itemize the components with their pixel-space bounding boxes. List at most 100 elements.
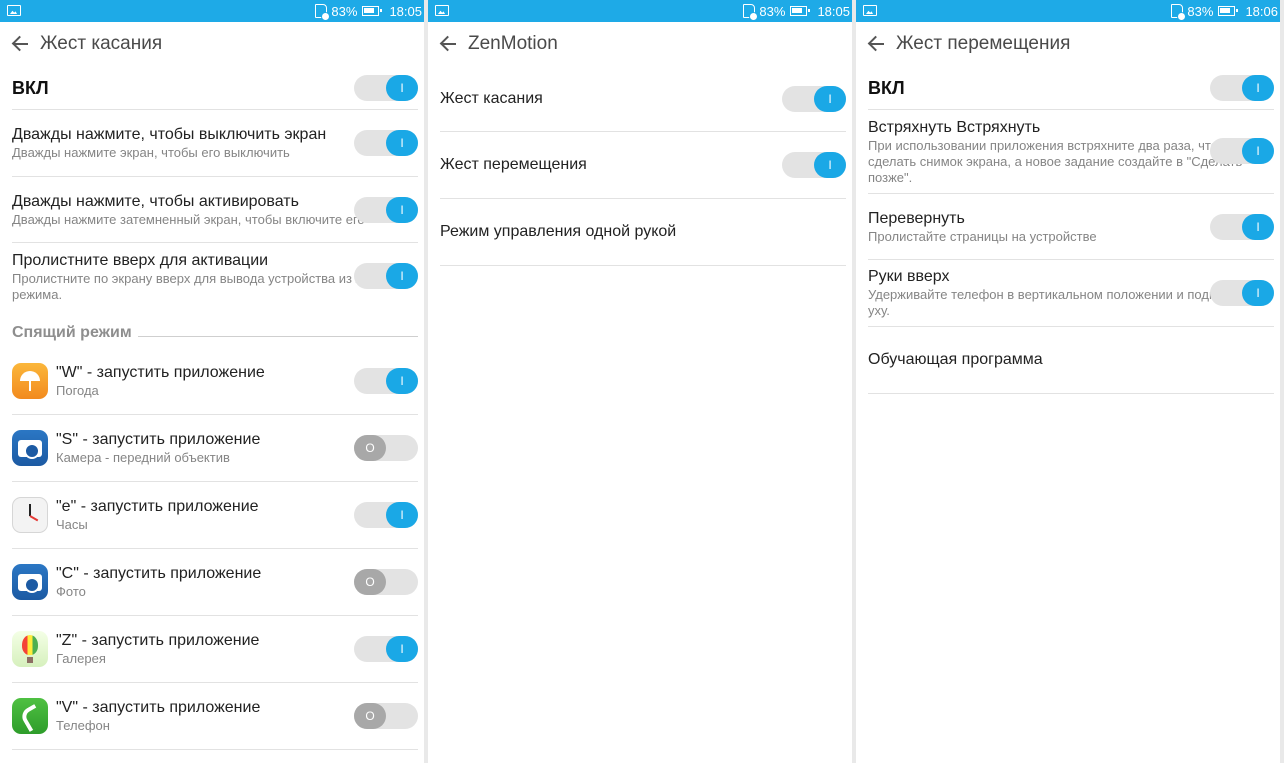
switch-knob: I [1242, 214, 1274, 240]
menu-item-label: Режим управления одной рукой [440, 223, 677, 240]
gesture-w-switch[interactable]: I [354, 368, 418, 394]
setting-title: Пролистните вверх для активации [12, 252, 269, 269]
flip-switch[interactable]: I [1210, 214, 1274, 240]
menu-item-one-hand-mode[interactable]: Режим управления одной рукой [440, 199, 846, 266]
switch-knob: I [386, 636, 418, 662]
switch-knob: I [814, 86, 846, 112]
switch-knob: O [354, 435, 386, 461]
status-bar: 83% 18:06 [856, 0, 1280, 22]
gallery-icon [12, 631, 48, 667]
data-saver-icon [315, 4, 331, 21]
image-notification-icon [435, 5, 449, 16]
battery-icon [790, 6, 811, 16]
master-toggle-row[interactable]: ВКЛ I [868, 66, 1274, 110]
setting-title: Дважды нажмите, чтобы активировать [12, 192, 299, 210]
page-title: ZenMotion [468, 33, 558, 54]
master-toggle-label: ВКЛ [12, 77, 49, 98]
gesture-row-e[interactable]: "e" - запустить приложение Часы I [12, 482, 418, 549]
camera-icon [12, 430, 48, 466]
motion-gesture-switch[interactable]: I [782, 152, 846, 178]
setting-title: Руки вверх [868, 268, 950, 285]
master-toggle-row[interactable]: ВКЛ I [12, 66, 418, 110]
section-header-sleep-mode: Спящий режим [12, 322, 418, 344]
swipe-up-switch[interactable]: I [354, 263, 418, 289]
motion-gesture-screen: 83% 18:06 Жест перемещения ВКЛ I Встряхн… [856, 0, 1280, 763]
data-saver-icon [1171, 4, 1187, 21]
image-notification-icon [863, 5, 877, 16]
gesture-e-switch[interactable]: I [354, 502, 418, 528]
switch-knob: O [354, 703, 386, 729]
page-title: Жест перемещения [896, 33, 1071, 54]
weather-icon [12, 363, 48, 399]
gesture-v-switch[interactable]: O [354, 703, 418, 729]
page-title: Жест касания [40, 33, 163, 54]
switch-knob: I [386, 75, 418, 101]
clock: 18:05 [389, 3, 422, 19]
gesture-row-s[interactable]: "S" - запустить приложение Камера - пере… [12, 415, 418, 482]
double-tap-wake-switch[interactable]: I [354, 197, 418, 223]
switch-knob: I [386, 130, 418, 156]
back-arrow-icon[interactable] [428, 22, 468, 66]
menu-item-label: Обучающая программа [868, 351, 1043, 368]
setting-row-flip[interactable]: Перевернуть Пролистайте страницы на устр… [868, 194, 1274, 260]
gesture-s-switch[interactable]: O [354, 435, 418, 461]
clock: 18:05 [817, 3, 850, 19]
app-bar: Жест касания [0, 22, 424, 66]
setting-row-hands-up[interactable]: Руки вверх Удерживайте телефон в вертика… [868, 260, 1274, 327]
setting-subtitle: Удерживайте телефон в вертикальном полож… [868, 287, 1262, 318]
gesture-row-v[interactable]: "V" - запустить приложение Телефон O [12, 683, 418, 750]
battery-percent: 83% [1187, 3, 1214, 19]
setting-row-double-tap-wake[interactable]: Дважды нажмите, чтобы активировать Дважд… [12, 177, 418, 243]
setting-title: Встряхнуть Встряхнуть [868, 118, 1041, 136]
switch-knob: I [386, 263, 418, 289]
setting-subtitle: При использовании приложения встряхните … [868, 137, 1243, 185]
setting-row-swipe-up[interactable]: Пролистните вверх для активации Пролистн… [12, 243, 418, 311]
app-bar: ZenMotion [428, 22, 852, 66]
setting-title: Дважды нажмите, чтобы выключить экран [12, 126, 327, 143]
status-bar: 83% 18:05 [0, 0, 424, 22]
touch-gesture-switch[interactable]: I [782, 86, 846, 112]
setting-row-shake[interactable]: Встряхнуть Встряхнуть При использовании … [868, 110, 1274, 194]
setting-row-double-tap-off[interactable]: Дважды нажмите, чтобы выключить экран Дв… [12, 110, 418, 177]
touch-gesture-screen: 83% 18:05 Жест касания ВКЛ I Дважды нажм… [0, 0, 424, 763]
menu-item-touch-gesture[interactable]: Жест касания I [440, 66, 846, 132]
image-notification-icon [7, 5, 21, 16]
switch-knob: I [1242, 280, 1274, 306]
menu-item-label: Жест перемещения [440, 156, 587, 173]
battery-percent: 83% [759, 3, 786, 19]
gesture-c-switch[interactable]: O [354, 569, 418, 595]
status-bar: 83% 18:05 [428, 0, 852, 22]
switch-knob: I [386, 502, 418, 528]
battery-icon [1218, 6, 1239, 16]
menu-item-motion-gesture[interactable]: Жест перемещения I [440, 132, 846, 199]
back-arrow-icon[interactable] [856, 22, 896, 66]
battery-percent: 83% [331, 3, 358, 19]
setting-subtitle: Дважды нажмите экран, чтобы его выключит… [12, 145, 290, 160]
clock: 18:06 [1245, 3, 1278, 19]
hands-up-switch[interactable]: I [1210, 280, 1274, 306]
master-toggle-switch[interactable]: I [1210, 75, 1274, 101]
section-label: Спящий режим [12, 324, 132, 341]
master-toggle-switch[interactable]: I [354, 75, 418, 101]
setting-title: Перевернуть [868, 209, 965, 227]
double-tap-off-switch[interactable]: I [354, 130, 418, 156]
menu-item-label: Жест касания [440, 89, 543, 107]
zenmotion-screen: 83% 18:05 ZenMotion Жест касания I Жест … [428, 0, 852, 763]
switch-knob: I [814, 152, 846, 178]
gesture-row-z[interactable]: "Z" - запустить приложение Галерея I [12, 616, 418, 683]
camera-icon [12, 564, 48, 600]
setting-subtitle: Пролистайте страницы на устройстве [868, 228, 1097, 244]
section-divider [137, 335, 418, 337]
phone-icon [12, 698, 48, 734]
switch-knob: O [354, 569, 386, 595]
back-arrow-icon[interactable] [0, 22, 40, 66]
master-toggle-label: ВКЛ [868, 77, 905, 98]
menu-item-tutorial[interactable]: Обучающая программа [868, 327, 1274, 394]
gesture-row-c[interactable]: "C" - запустить приложение Фото O [12, 549, 418, 616]
gesture-z-switch[interactable]: I [354, 636, 418, 662]
gesture-row-w[interactable]: "W" - запустить приложение Погода I [12, 348, 418, 415]
shake-switch[interactable]: I [1210, 138, 1274, 164]
switch-knob: I [1242, 138, 1274, 164]
switch-knob: I [386, 368, 418, 394]
setting-subtitle: Пролистните по экрану вверх для вывода у… [12, 271, 408, 302]
